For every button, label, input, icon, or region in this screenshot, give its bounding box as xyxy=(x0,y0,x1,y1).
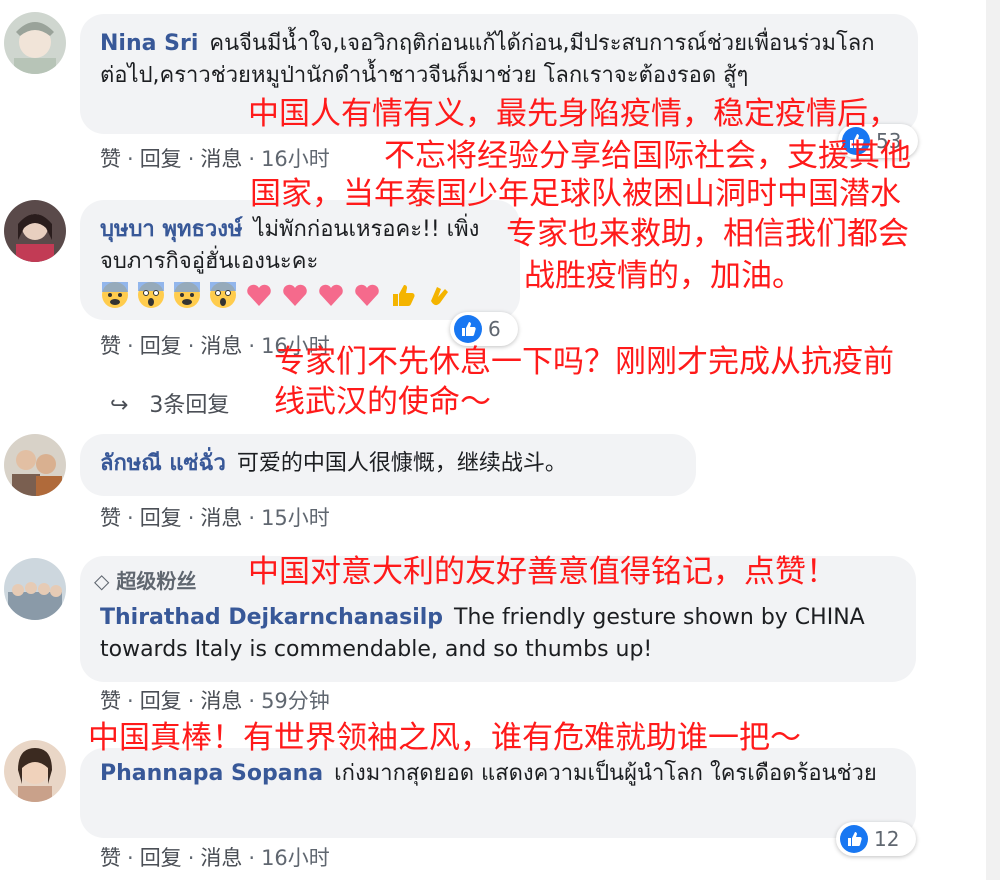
replies-count[interactable]: 3条回复 xyxy=(149,393,229,418)
thumbs-up-icon xyxy=(840,825,868,853)
like-button[interactable]: 赞 xyxy=(100,334,121,358)
avatar[interactable] xyxy=(4,200,66,262)
anxious-face-icon xyxy=(172,280,202,310)
message-button[interactable]: 消息 xyxy=(200,846,242,870)
reply-button[interactable]: 回复 xyxy=(140,147,182,171)
translation-overlay: 国家，当年泰国少年足球队被困山洞时中国潜水 xyxy=(250,176,901,212)
translation-overlay: 战胜疫情的，加油。 xyxy=(524,258,803,294)
translation-overlay: 中国人有情有义，最先身陷疫情，稳定疫情后， xyxy=(248,96,899,132)
timestamp[interactable]: 16小时 xyxy=(261,846,330,870)
like-button[interactable]: 赞 xyxy=(100,147,121,171)
badge-label: 超级粉丝 xyxy=(116,569,197,593)
translation-overlay: 线武汉的使命～ xyxy=(274,384,491,420)
sparkling-heart-icon xyxy=(316,280,346,310)
comment-actions: 赞 · 回复 · 消息 · 59分钟 xyxy=(100,689,330,713)
translation-overlay: 中国对意大利的友好善意值得铭记，点赞！ xyxy=(248,554,837,590)
thumbs-up-icon xyxy=(454,315,482,343)
thumbs-up-emoji-icon xyxy=(388,280,418,310)
comment-actions: 赞 · 回复 · 消息 · 16小时 xyxy=(100,147,330,171)
comment-author[interactable]: Nina Sri xyxy=(100,31,198,56)
like-button[interactable]: 赞 xyxy=(100,506,121,530)
translation-overlay: 专家们不先休息一下吗？刚刚才完成从抗疫前 xyxy=(274,344,894,380)
reply-button[interactable]: 回复 xyxy=(140,689,182,713)
translation-overlay: 不忘将经验分享给国际社会，支援其他 xyxy=(384,138,911,174)
screaming-face-icon xyxy=(208,280,238,310)
diamond-icon: ◇ xyxy=(94,569,110,593)
like-button[interactable]: 赞 xyxy=(100,689,121,713)
screaming-face-icon xyxy=(136,280,166,310)
reaction-number: 12 xyxy=(874,827,900,851)
reaction-count[interactable]: 12 xyxy=(836,822,916,856)
reaction-number: 6 xyxy=(488,317,501,341)
reply-button[interactable]: 回复 xyxy=(140,846,182,870)
sparkling-heart-icon xyxy=(244,280,274,310)
comment-author[interactable]: Phannapa Sopana xyxy=(100,761,323,786)
reply-button[interactable]: 回复 xyxy=(140,506,182,530)
comment-text: 可爱的中国人很慷慨，继续战斗。 xyxy=(236,451,567,476)
reply-button[interactable]: 回复 xyxy=(140,334,182,358)
comment-content: Phannapa Sopana เก่งมากสุดยอด แสดงความเป… xyxy=(100,758,890,790)
message-button[interactable]: 消息 xyxy=(200,506,242,530)
translation-overlay: 专家也来救助，相信我们都会 xyxy=(506,216,909,252)
translation-overlay: 中国真棒！有世界领袖之风，谁有危难就助谁一把～ xyxy=(88,720,801,756)
reaction-count[interactable]: 6 xyxy=(450,312,518,346)
scrollbar[interactable] xyxy=(986,0,1000,880)
comment-bubble: ลักษณี แซ่ฉั่ว 可爱的中国人很慷慨，继续战斗。 xyxy=(80,434,696,496)
timestamp[interactable]: 59分钟 xyxy=(261,689,330,713)
comment-author[interactable]: บุษบา พุทธวงษ์ xyxy=(100,217,242,242)
comment-author[interactable]: ลักษณี แซ่ฉั่ว xyxy=(100,451,226,476)
clapping-hands-icon xyxy=(424,280,454,310)
reply-arrow-icon: ↪ xyxy=(110,393,129,418)
message-button[interactable]: 消息 xyxy=(200,147,242,171)
top-fan-badge: ◇ 超级粉丝 xyxy=(94,565,196,594)
sparkling-heart-icon xyxy=(280,280,310,310)
comment-actions: 赞 · 回复 · 消息 · 15小时 xyxy=(100,506,330,530)
comment-bubble: บุษบา พุทธวงษ์ ไม่พักก่อนเหรอคะ!! เพิ่งจ… xyxy=(80,200,520,320)
avatar[interactable] xyxy=(4,558,66,620)
like-button[interactable]: 赞 xyxy=(100,846,121,870)
avatar[interactable] xyxy=(4,740,66,802)
comment-content: Thirathad Dejkarnchanasilp The friendly … xyxy=(100,602,900,666)
message-button[interactable]: 消息 xyxy=(200,689,242,713)
comment-actions: 赞 · 回复 · 消息 · 16小时 xyxy=(100,846,330,870)
emoji-row xyxy=(100,280,500,310)
view-replies-link[interactable]: ↪ 3条回复 xyxy=(110,387,229,419)
avatar[interactable] xyxy=(4,12,66,74)
comment-text: คนจีนมีน้ำใจ,เจอวิกฤติก่อนแก้ได้ก่อน,มีป… xyxy=(100,31,875,88)
sparkling-heart-icon xyxy=(352,280,382,310)
comment-author[interactable]: Thirathad Dejkarnchanasilp xyxy=(100,605,443,630)
comment-text: เก่งมากสุดยอด แสดงความเป็นผู้นำโลก ใครเด… xyxy=(334,761,877,786)
anxious-face-icon xyxy=(100,280,130,310)
timestamp[interactable]: 15小时 xyxy=(261,506,330,530)
timestamp[interactable]: 16小时 xyxy=(261,147,330,171)
message-button[interactable]: 消息 xyxy=(200,334,242,358)
avatar[interactable] xyxy=(4,434,66,496)
